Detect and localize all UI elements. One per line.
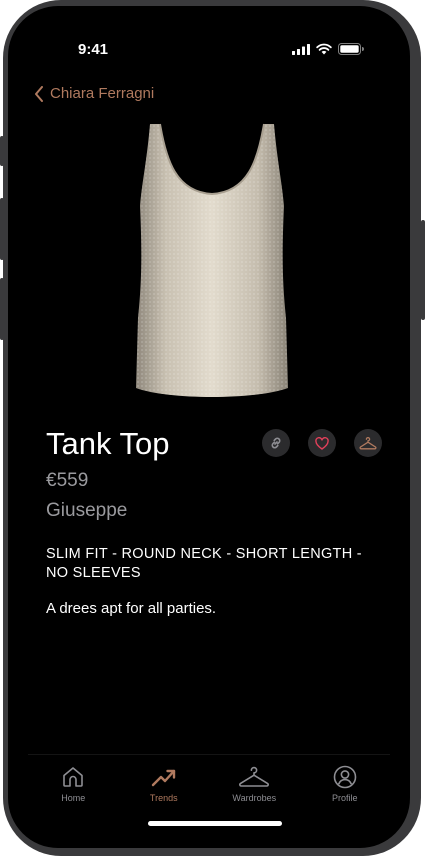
trend-up-icon <box>151 769 175 787</box>
wifi-icon <box>316 43 332 55</box>
tab-wardrobes[interactable]: Wardrobes <box>209 755 300 815</box>
mute-switch <box>0 136 4 166</box>
add-to-wardrobe-button[interactable] <box>354 429 382 457</box>
favorite-button[interactable] <box>308 429 336 457</box>
copy-link-button[interactable] <box>262 429 290 457</box>
status-icons <box>292 43 364 55</box>
product-actions <box>262 429 382 457</box>
tab-home[interactable]: Home <box>28 755 119 815</box>
back-label: Chiara Ferragni <box>50 85 155 102</box>
heart-icon <box>315 436 329 450</box>
app-screen: 9:41 Chiara Ferragni Tank Top €559 Giuse… <box>8 6 410 848</box>
tab-trends-label: Trends <box>149 793 178 803</box>
battery-icon <box>338 43 364 55</box>
signal-icon <box>292 43 310 55</box>
hanger-icon <box>359 436 377 450</box>
tab-trends[interactable]: Trends <box>119 755 210 815</box>
tab-home-label: Home <box>61 793 86 803</box>
volume-up-button <box>0 198 4 260</box>
back-button[interactable]: Chiara Ferragni <box>34 85 154 102</box>
tab-wardrobes-label: Wardrobes <box>232 793 277 803</box>
tab-profile[interactable]: Profile <box>300 755 391 815</box>
home-icon <box>63 767 84 787</box>
volume-down-button <box>0 278 4 340</box>
tab-bar: Home Trends Wardrobes Profile <box>28 754 390 815</box>
tab-profile-label: Profile <box>331 793 358 803</box>
product-description: A drees apt for all parties. <box>46 600 217 617</box>
chevron-left-icon <box>35 85 43 102</box>
profile-icon <box>333 765 357 789</box>
home-indicator <box>148 821 282 826</box>
link-icon <box>271 437 281 449</box>
product-brand: Giuseppe <box>46 500 128 521</box>
hanger-icon <box>239 766 270 787</box>
status-bar: 9:41 <box>8 6 410 58</box>
status-time: 9:41 <box>78 41 109 58</box>
product-image <box>136 123 288 397</box>
product-price: €559 <box>46 470 89 491</box>
product-specs: SLIM FIT - ROUND NECK - SHORT LENGTH - N… <box>46 546 362 581</box>
product-title: Tank Top <box>46 426 170 461</box>
power-button <box>421 220 425 320</box>
